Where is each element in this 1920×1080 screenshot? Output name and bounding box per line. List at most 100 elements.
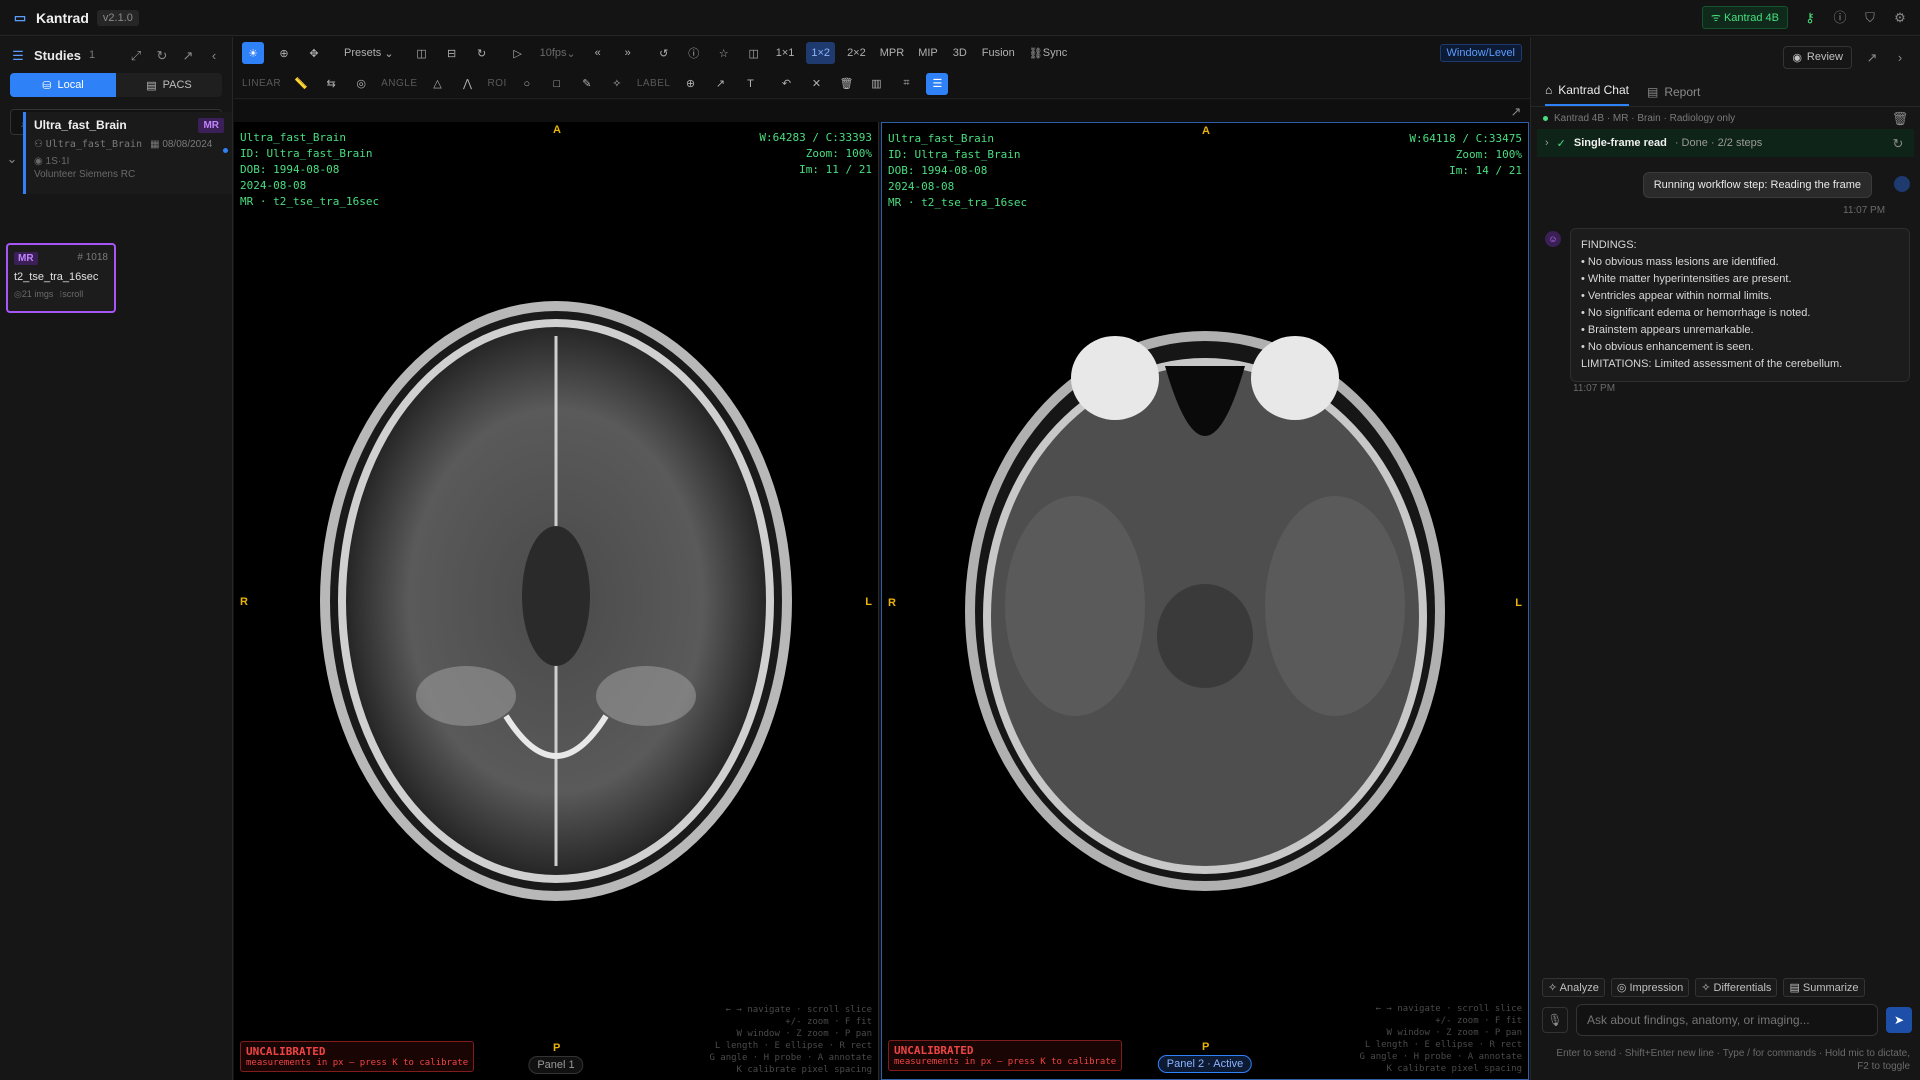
info-toggle-icon[interactable]: ⓘ <box>684 42 704 64</box>
series-image-count-text: 21 imgs <box>21 289 54 299</box>
clear-icon[interactable]: ✕ <box>806 73 826 95</box>
orientation-left: R <box>888 597 896 609</box>
flip-horizontal-icon[interactable]: ◫ <box>412 42 432 64</box>
bidirectional-icon[interactable]: ⇆ <box>321 73 341 95</box>
layout-1x2[interactable]: 1×2 <box>806 42 836 64</box>
window-level-tool-button[interactable]: ☀ <box>242 42 264 64</box>
tab-report[interactable]: ▤ Report <box>1647 85 1700 106</box>
probe-icon[interactable]: ◎ <box>351 73 371 95</box>
uncalibrated-title: UNCALIBRATED <box>246 1045 326 1058</box>
overlay-top-right: W:64118 / C:33475 Zoom: 100% Im: 14 / 21 <box>1409 131 1522 179</box>
next-icon[interactable]: » <box>618 42 638 64</box>
spline-icon[interactable]: ✧ <box>607 73 627 95</box>
viewport-panel-1[interactable]: Ultra_fast_Brain ID: Ultra_fast_Brain DO… <box>234 122 879 1080</box>
histogram-icon[interactable]: ▥ <box>866 73 886 95</box>
play-icon[interactable]: ▷ <box>508 42 528 64</box>
rectangle-roi-icon[interactable]: □ <box>547 73 567 95</box>
settings-icon[interactable]: ⚙ <box>1892 10 1908 26</box>
popout-icon[interactable]: ↗ <box>1864 49 1880 65</box>
checklist-button[interactable]: ☰ <box>926 72 949 95</box>
ellipse-roi-icon[interactable]: ○ <box>517 73 537 95</box>
tab-pacs[interactable]: ▤ PACS <box>116 73 222 97</box>
crosshair-icon[interactable]: ⊕ <box>680 73 700 95</box>
expand-icon[interactable]: ⤢ <box>128 47 144 63</box>
mip-button[interactable]: MIP <box>916 42 940 64</box>
monitor-icon: ▭ <box>13 10 27 25</box>
review-button[interactable]: ◉ Review <box>1783 45 1852 69</box>
mpr-button[interactable]: MPR <box>878 42 906 64</box>
tab-local[interactable]: ⛁ Local <box>10 73 116 97</box>
rotate-icon[interactable]: ↻ <box>472 42 492 64</box>
freehand-icon[interactable]: ✎ <box>577 73 597 95</box>
viewport-panel-2[interactable]: Ultra_fast_Brain ID: Ultra_fast_Brain DO… <box>881 122 1529 1080</box>
series-number: # 1018 <box>77 252 108 263</box>
collapse-icon[interactable]: ‹ <box>206 47 222 63</box>
context-bar: Kantrad 4B · MR · Brain · Radiology only… <box>1531 107 1920 129</box>
sync-button[interactable]: ⛓ Sync <box>1027 42 1069 64</box>
3d-button[interactable]: 3D <box>950 42 970 64</box>
study-item[interactable]: Ultra_fast_Brain MR ⚇ Ultra_fast_Brain ▦… <box>23 112 232 194</box>
collapse-panel-icon[interactable]: › <box>1892 49 1908 65</box>
star-icon[interactable]: ☆ <box>714 42 734 64</box>
trash-icon[interactable]: 🗑 <box>836 73 856 95</box>
sync-label: Sync <box>1042 47 1068 59</box>
undo-icon[interactable]: ↶ <box>776 73 796 95</box>
zoom-tool-icon[interactable]: ⊕ <box>274 42 294 64</box>
trash-icon[interactable]: 🗑 <box>1892 110 1909 126</box>
model-badge[interactable]: ᯤ Kantrad 4B <box>1701 6 1788 29</box>
summarize-button[interactable]: ▤ Summarize <box>1783 978 1865 997</box>
popout-icon[interactable]: ↗ <box>1508 103 1524 119</box>
presets-dropdown[interactable]: Presets ⌄ <box>342 42 396 64</box>
layout-2x2[interactable]: 2×2 <box>845 42 868 64</box>
text-icon[interactable]: T <box>740 73 760 95</box>
image-index-overlay: Im: 14 / 21 <box>1449 164 1522 177</box>
uncalibrated-warning[interactable]: UNCALIBRATED measurements in px — press … <box>888 1040 1123 1071</box>
refresh-icon[interactable]: ↻ <box>154 47 170 63</box>
info-icon[interactable]: ⓘ <box>1832 10 1848 26</box>
pan-tool-icon[interactable]: ✥ <box>304 42 324 64</box>
user-message: Running workflow step: Reading the frame <box>1642 172 1872 198</box>
key-icon[interactable]: ⚷ <box>1802 10 1818 26</box>
reset-icon[interactable]: ↺ <box>654 42 674 64</box>
cobb-angle-icon[interactable]: ⋀ <box>458 73 478 95</box>
quick-actions: ✧ Analyze ◎ Impression ✧ Differentials ▤… <box>1542 978 1865 997</box>
help-line: W window · Z zoom · P pan <box>1386 1028 1522 1038</box>
orientation-right: L <box>1515 597 1522 609</box>
help-line: L length · E ellipse · R rect <box>1364 1040 1522 1050</box>
workflow-status[interactable]: › ✓ Single-frame read · Done · 2/2 steps… <box>1537 129 1914 157</box>
fps-dropdown[interactable]: 10fps ⌄ <box>538 42 578 64</box>
impression-button[interactable]: ◎ Impression <box>1610 978 1690 997</box>
microphone-icon[interactable]: 🎙 <box>1542 1007 1568 1033</box>
tab-local-label: Local <box>57 79 84 91</box>
study-field: ◉ 1S·1I <box>34 156 70 167</box>
shield-icon[interactable]: ⛉ <box>1862 10 1878 26</box>
tab-chat[interactable]: ⌂ Kantrad Chat <box>1545 83 1629 106</box>
orientation-left: R <box>240 596 248 608</box>
arrow-icon[interactable]: ↗ <box>710 73 730 95</box>
fusion-button[interactable]: Fusion <box>980 42 1017 64</box>
chevron-down-icon[interactable]: ⌄ <box>4 150 20 166</box>
previous-icon[interactable]: « <box>588 42 608 64</box>
study-field-text: 1S·1I <box>45 156 70 167</box>
send-button[interactable]: ➤ <box>1886 1007 1912 1033</box>
flip-vertical-icon[interactable]: ⊟ <box>442 42 462 64</box>
angle-icon[interactable]: △ <box>428 73 448 95</box>
database-icon: ⛁ <box>42 79 52 92</box>
help-line: K calibrate pixel spacing <box>736 1065 872 1075</box>
calibrate-icon[interactable]: ⌗ <box>896 73 916 95</box>
analyze-button[interactable]: ✧ Analyze <box>1542 978 1605 997</box>
composer-hint: Enter to send · Shift+Enter new line · T… <box>1556 1048 1910 1072</box>
finding-line: • White matter hyperintensities are pres… <box>1581 273 1792 285</box>
series-thumbnail[interactable]: MR # 1018 t2_tse_tra_16sec ◎21 imgs ⁝scr… <box>6 243 116 313</box>
differentials-button[interactable]: ✧ Differentials <box>1695 978 1778 997</box>
link-icon: ⛓ <box>1028 47 1043 60</box>
orientation-top: A <box>1202 125 1210 137</box>
uncalibrated-warning[interactable]: UNCALIBRATED measurements in px — press … <box>240 1041 475 1072</box>
limitations-line: LIMITATIONS: Limited assessment of the c… <box>1581 358 1843 370</box>
ruler-icon[interactable]: 📏 <box>291 73 311 95</box>
study-date-overlay: 2024-08-08 <box>888 180 955 193</box>
refresh-icon[interactable]: ↻ <box>1890 135 1906 151</box>
chat-input[interactable] <box>1587 1013 1867 1027</box>
layout-1x1[interactable]: 1×1 <box>774 42 797 64</box>
external-link-icon[interactable]: ↗ <box>180 47 196 63</box>
